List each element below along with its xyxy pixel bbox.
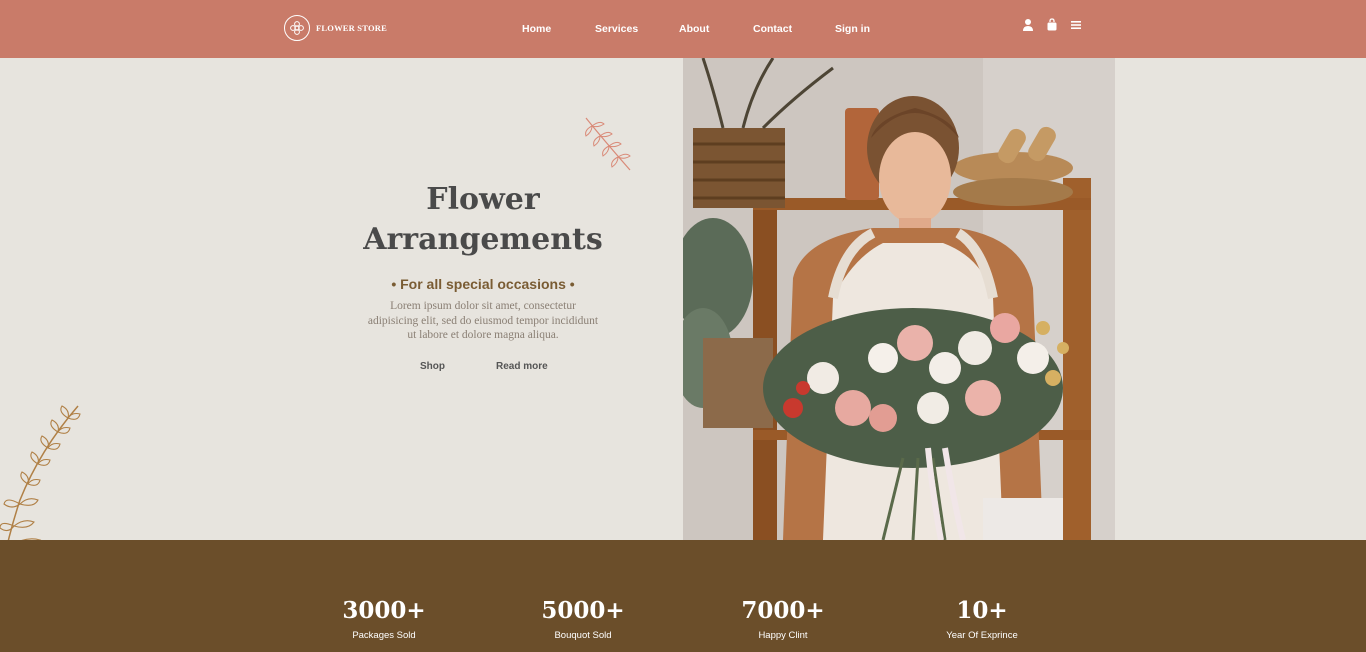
florist-hero-image <box>683 58 1115 540</box>
nav-home[interactable]: Home <box>522 23 551 35</box>
stat-packages-sold: 3000+ Packages Sold <box>284 596 484 641</box>
stat-label: Happy Clint <box>758 630 808 641</box>
hero-title-line2: Arrangements <box>363 222 603 257</box>
nav-services[interactable]: Services <box>595 23 638 35</box>
stat-value: 3000+ <box>342 597 426 624</box>
main-nav: Home Services About Contact Sign in <box>0 23 1366 37</box>
shop-button[interactable]: Shop <box>420 361 445 372</box>
stats-band: 3000+ Packages Sold 5000+ Bouquot Sold 7… <box>0 540 1366 652</box>
nav-contact[interactable]: Contact <box>753 23 792 35</box>
hero-title: Flower Arrangements <box>340 180 626 260</box>
hero-description: Lorem ipsum dolor sit amet, consectetur … <box>367 300 599 341</box>
stat-label: Packages Sold <box>352 630 416 641</box>
menu-icon[interactable] <box>1070 18 1082 32</box>
stat-bouquet-sold: 5000+ Bouquot Sold <box>483 596 683 641</box>
stat-years-experience: 10+ Year Of Exprince <box>882 596 1082 641</box>
leaf-sprig-decoration <box>585 117 631 171</box>
header-icons <box>1022 18 1082 32</box>
stat-value: 5000+ <box>541 597 625 624</box>
nav-about[interactable]: About <box>679 23 709 35</box>
hero-buttons: Shop Read more <box>392 361 592 375</box>
shopping-bag-icon[interactable] <box>1046 18 1058 32</box>
stat-happy-clients: 7000+ Happy Clint <box>683 596 883 641</box>
nav-sign-in[interactable]: Sign in <box>835 23 870 35</box>
stat-label: Year Of Exprince <box>946 630 1018 641</box>
user-icon[interactable] <box>1022 18 1034 32</box>
stat-value: 7000+ <box>741 597 825 624</box>
read-more-button[interactable]: Read more <box>496 361 548 372</box>
hero-title-line1: Flower <box>426 182 540 217</box>
site-header: FLOWER STORE Home Services About Contact… <box>0 0 1366 58</box>
hero-subtitle: • For all special occasions • <box>391 276 575 292</box>
hero-text-block: Flower Arrangements • For all special oc… <box>340 180 626 343</box>
stat-value: 10+ <box>956 597 1008 624</box>
stat-label: Bouquot Sold <box>554 630 612 641</box>
